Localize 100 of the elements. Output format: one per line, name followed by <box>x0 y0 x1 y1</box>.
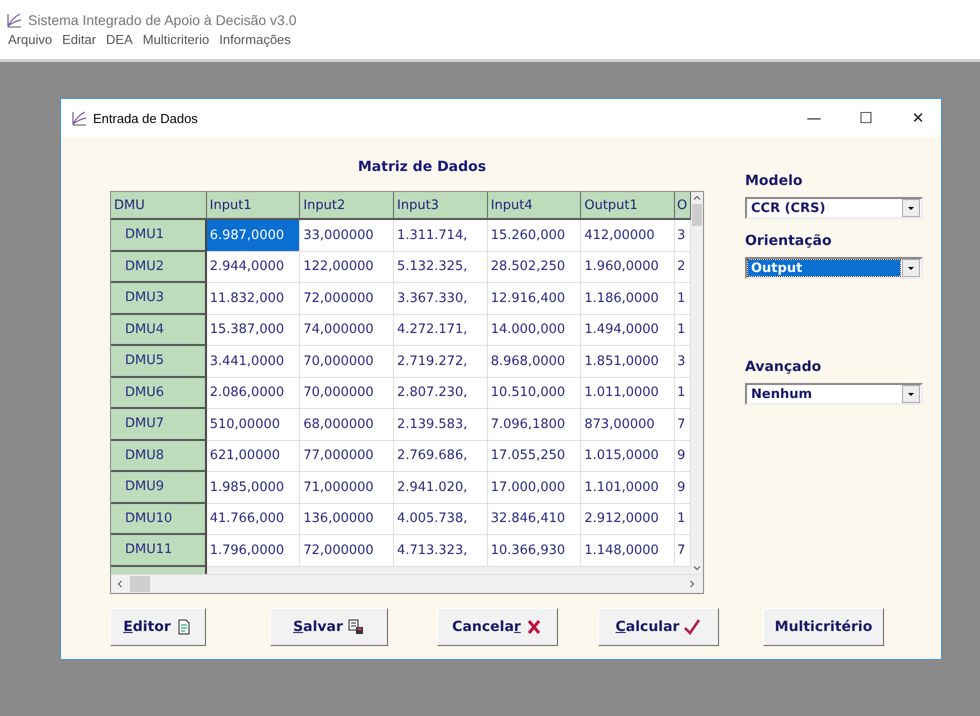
horizontal-scrollbar[interactable] <box>111 574 703 593</box>
scroll-thumb[interactable] <box>692 204 702 226</box>
column-header[interactable]: Input4 <box>488 192 582 220</box>
option-label: Orientação <box>745 233 833 249</box>
table-cell: 10.510,000 <box>488 378 582 409</box>
table-cell: 1 <box>675 314 691 346</box>
table-cell: 621,00000 <box>206 440 300 472</box>
save-icon <box>346 618 365 636</box>
table-cell: 1.851,0000 <box>581 346 676 378</box>
row-header[interactable]: DMU1 <box>111 220 207 252</box>
table-cell: 32.846,410 <box>488 504 582 535</box>
maximize-button[interactable]: ☐ <box>843 99 889 137</box>
table-cell: 1 <box>675 378 691 409</box>
action-button[interactable]: Calcular <box>598 608 719 646</box>
column-header[interactable]: O <box>675 192 691 220</box>
table-cell: 77,000000 <box>300 440 394 472</box>
app-logo-icon <box>6 12 22 28</box>
table-cell: 12.916,400 <box>488 283 582 314</box>
option-label: Avançado <box>745 359 822 375</box>
table-cell: 2.719.272, <box>394 346 488 378</box>
close-button[interactable]: ✕ <box>895 99 941 137</box>
row-header[interactable]: DMU4 <box>111 314 207 346</box>
action-button[interactable]: Multicritério <box>763 608 884 646</box>
column-header[interactable]: DMU <box>111 192 207 220</box>
table-cell: 15.260,000 <box>488 220 582 252</box>
table-cell: 1.148,0000 <box>581 535 676 566</box>
table-cell: 10.366,930 <box>488 535 582 566</box>
dialog-title: Entrada de Dados <box>93 110 198 126</box>
dropdown[interactable]: Output <box>745 257 923 279</box>
table-cell: 2.139.583, <box>394 409 488 440</box>
table-cell: 7.096,1800 <box>488 409 582 440</box>
table-cell: 71,000000 <box>300 472 394 504</box>
row-header[interactable]: DMU3 <box>111 283 207 314</box>
table-cell: 1.015,0000 <box>581 440 676 472</box>
table-cell: 2.086,0000 <box>206 378 300 409</box>
app-logo-icon <box>71 110 87 126</box>
dropdown[interactable]: Nenhum <box>745 383 923 405</box>
table-cell: 1.960,0000 <box>581 252 676 283</box>
minimize-button[interactable]: — <box>791 99 837 137</box>
column-header[interactable]: Input3 <box>394 192 488 220</box>
table-cell: 15.387,000 <box>206 314 300 346</box>
table-cell: 72,000000 <box>300 535 394 566</box>
table-cell: 2.807.230, <box>394 378 488 409</box>
table-cell: 6.987,0000 <box>206 220 300 252</box>
table-cell: 14.000,000 <box>488 314 582 346</box>
table-cell: 510,00000 <box>206 409 300 440</box>
table-cell: 2.941.020, <box>394 472 488 504</box>
table-cell: 17.000,000 <box>488 472 582 504</box>
check-icon <box>683 618 702 636</box>
menu-item[interactable]: Arquivo <box>8 32 52 47</box>
table-cell: 136,00000 <box>300 504 394 535</box>
row-header[interactable]: DMU9 <box>111 472 207 504</box>
table-cell: 70,000000 <box>300 378 394 409</box>
scroll-right-icon[interactable] <box>687 578 697 590</box>
row-header[interactable]: DMU6 <box>111 378 207 409</box>
column-header[interactable]: Input1 <box>206 192 300 220</box>
menu-item[interactable]: DEA <box>106 32 133 47</box>
dropdown[interactable]: CCR (CRS) <box>745 197 923 219</box>
row-header[interactable]: DMU11 <box>111 535 207 566</box>
row-header[interactable]: DMU7 <box>111 409 207 440</box>
scroll-thumb[interactable] <box>130 576 150 592</box>
table-cell: 11.832,000 <box>206 283 300 314</box>
column-header[interactable]: Input2 <box>300 192 394 220</box>
row-header[interactable]: DMU8 <box>111 440 207 472</box>
table-cell: 1.311.714, <box>394 220 488 252</box>
table-cell: 4.005.738, <box>394 504 488 535</box>
table-cell: 3.367.330, <box>394 283 488 314</box>
table-cell: 873,00000 <box>581 409 676 440</box>
table-cell: 2.769.686, <box>394 440 488 472</box>
table-cell: 412,00000 <box>581 220 676 252</box>
action-button[interactable]: Salvar <box>270 608 388 646</box>
table-cell: 2.912,0000 <box>581 504 676 535</box>
table-cell: 1.101,0000 <box>581 472 676 504</box>
table-cell: 3 <box>675 346 691 378</box>
action-button[interactable]: Editor <box>110 608 206 646</box>
table-cell: 1 <box>675 504 691 535</box>
scroll-left-icon[interactable] <box>115 578 125 590</box>
table-cell: 7 <box>675 409 691 440</box>
table-cell: 3.441,0000 <box>206 346 300 378</box>
table-cell: 72,000000 <box>300 283 394 314</box>
menu-item[interactable]: Informações <box>219 32 291 47</box>
table-cell: 2 <box>675 252 691 283</box>
column-header[interactable]: Output1 <box>581 192 676 220</box>
table-cell: 1.796,0000 <box>206 535 300 566</box>
table-cell: 1.186,0000 <box>581 283 676 314</box>
table-cell: 41.766,000 <box>206 504 300 535</box>
table-cell: 2.944,0000 <box>206 252 300 283</box>
table-cell: 74,000000 <box>300 314 394 346</box>
table-cell: 70,000000 <box>300 346 394 378</box>
menu-item[interactable]: Multicriterio <box>142 32 210 47</box>
table-cell: 9 <box>675 440 691 472</box>
menu-item[interactable]: Editar <box>62 32 96 47</box>
row-header[interactable]: DMU2 <box>111 252 207 283</box>
table-cell: 4.272.171, <box>394 314 488 346</box>
table-cell: 1.494,0000 <box>581 314 676 346</box>
table-cell: 5.132.325, <box>394 252 488 283</box>
action-button[interactable]: Cancelar <box>437 608 558 646</box>
row-header[interactable]: DMU10 <box>111 504 207 535</box>
row-header[interactable]: DMU5 <box>111 346 207 378</box>
table-cell: 33,000000 <box>300 220 394 252</box>
